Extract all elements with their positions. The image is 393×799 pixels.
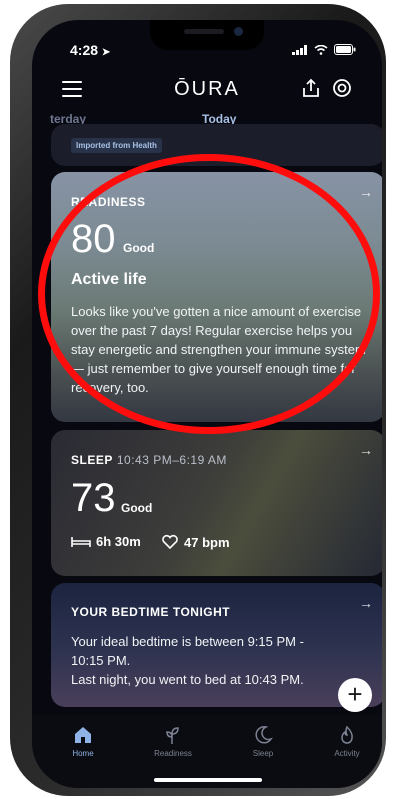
nav-activity-label: Activity xyxy=(334,749,360,758)
heart-rate: 47 bpm xyxy=(161,534,230,550)
status-icons xyxy=(292,44,356,55)
arrow-right-icon[interactable]: → xyxy=(359,595,373,611)
bed-icon xyxy=(71,536,91,547)
sprout-icon xyxy=(166,727,179,744)
share-icon[interactable] xyxy=(302,78,320,98)
flame-icon xyxy=(341,725,353,744)
ring-icon[interactable] xyxy=(332,78,352,98)
bedtime-card[interactable]: → YOUR BEDTIME TONIGHT Your ideal bedtim… xyxy=(51,583,382,707)
status-bar: 4:28 ➤ xyxy=(32,42,382,62)
imported-badge: Imported from Health xyxy=(71,138,162,153)
signal-icon xyxy=(292,44,307,55)
battery-icon xyxy=(334,44,356,55)
nav-home-label: Home xyxy=(72,749,94,758)
sleep-duration: 6h 30m xyxy=(71,534,141,549)
add-button[interactable]: + xyxy=(338,678,372,712)
camera xyxy=(234,27,243,36)
status-time: 4:28 ➤ xyxy=(70,42,111,58)
arrow-right-icon[interactable]: → xyxy=(359,442,373,458)
bedtime-label: YOUR BEDTIME TONIGHT xyxy=(71,605,231,619)
annotation-circle xyxy=(38,154,380,434)
phone-frame: 4:28 ➤ ŌURA terday Today Imported from H… xyxy=(10,4,386,796)
bedtime-line2: Last night, you went to bed at 10:43 PM. xyxy=(71,672,304,687)
speaker xyxy=(184,29,224,34)
home-icon xyxy=(75,727,91,743)
heart-icon xyxy=(162,534,178,550)
nav-readiness-label: Readiness xyxy=(154,749,192,758)
sleep-time-range: 10:43 PM–6:19 AM xyxy=(116,453,227,467)
sleep-card[interactable]: → SLEEP 10:43 PM–6:19 AM 73 Good 6h 30m 4… xyxy=(51,430,382,576)
screen: 4:28 ➤ ŌURA terday Today Imported from H… xyxy=(32,20,382,788)
nav-home[interactable]: Home xyxy=(48,725,118,758)
nav-activity[interactable]: Activity xyxy=(312,725,382,758)
nav-sleep[interactable]: Sleep xyxy=(228,725,298,758)
heart-rate-value: 47 bpm xyxy=(184,534,230,550)
top-bar: ŌURA xyxy=(32,78,382,108)
sleep-header: SLEEP 10:43 PM–6:19 AM xyxy=(71,453,227,467)
oura-logo: ŌURA xyxy=(174,78,240,100)
sleep-duration-value: 6h 30m xyxy=(96,534,141,549)
sleep-label: SLEEP xyxy=(71,453,113,467)
sleep-rating: Good xyxy=(121,501,153,515)
bedtime-line1: Your ideal bedtime is between 9:15 PM - … xyxy=(71,634,304,668)
home-indicator xyxy=(154,778,262,782)
moon-icon xyxy=(255,726,273,744)
sleep-score: 73 xyxy=(71,476,116,520)
arrow-right-icon[interactable]: → xyxy=(359,184,373,200)
nav-sleep-label: Sleep xyxy=(252,749,274,758)
wifi-icon xyxy=(314,44,328,55)
nav-readiness[interactable]: Readiness xyxy=(138,725,208,758)
